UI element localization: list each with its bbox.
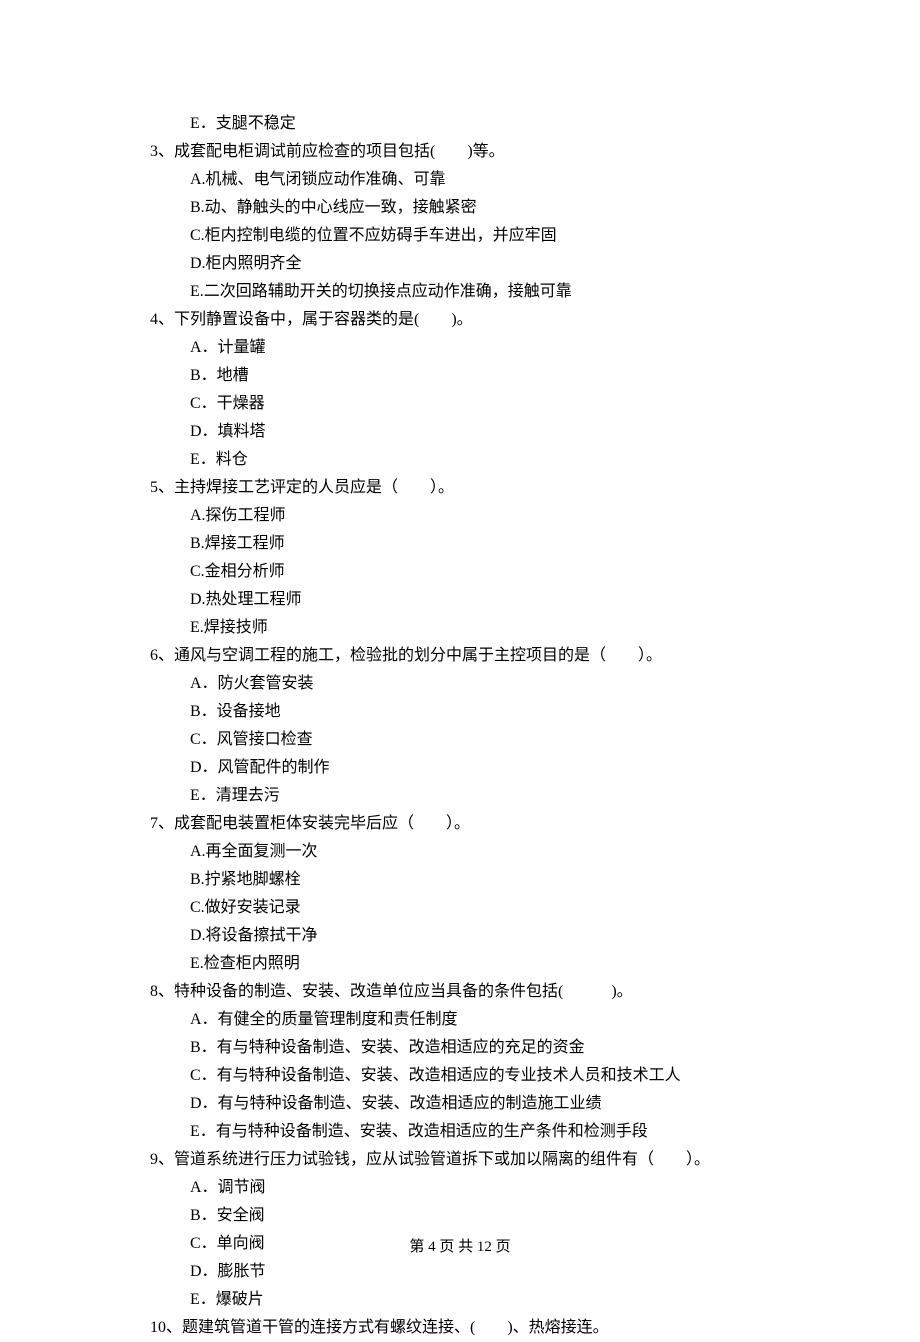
page-footer: 第 4 页 共 12 页 — [0, 1234, 920, 1260]
q6-option-c: C．风管接口检查 — [150, 726, 800, 754]
page-content: E．支腿不稳定 3、成套配电柜调试前应检查的项目包括( )等。 A.机械、电气闭… — [0, 0, 920, 1342]
q2-option-e: E．支腿不稳定 — [150, 110, 800, 138]
question-9: 9、管道系统进行压力试验钱，应从试验管道拆下或加以隔离的组件有（ ）。 A．调节… — [150, 1146, 800, 1314]
q5-option-d: D.热处理工程师 — [150, 586, 800, 614]
q3-option-e: E.二次回路辅助开关的切换接点应动作准确，接触可靠 — [150, 278, 800, 306]
q8-option-b: B．有与特种设备制造、安装、改造相适应的充足的资金 — [150, 1034, 800, 1062]
question-4: 4、下列静置设备中，属于容器类的是( )。 A．计量罐 B．地槽 C．干燥器 D… — [150, 306, 800, 474]
q10-text: 10、题建筑管道干管的连接方式有螺纹连接、( )、热熔接连。 — [150, 1314, 800, 1342]
question-10: 10、题建筑管道干管的连接方式有螺纹连接、( )、热熔接连。 — [150, 1314, 800, 1342]
q8-option-e: E．有与特种设备制造、安装、改造相适应的生产条件和检测手段 — [150, 1118, 800, 1146]
q5-option-b: B.焊接工程师 — [150, 530, 800, 558]
q4-option-d: D．填料塔 — [150, 418, 800, 446]
q9-option-d: D．膨胀节 — [150, 1258, 800, 1286]
q9-option-b: B．安全阀 — [150, 1202, 800, 1230]
q6-option-b: B．设备接地 — [150, 698, 800, 726]
question-5: 5、主持焊接工艺评定的人员应是（ ）。 A.探伤工程师 B.焊接工程师 C.金相… — [150, 474, 800, 642]
q9-option-a: A．调节阀 — [150, 1174, 800, 1202]
q4-text: 4、下列静置设备中，属于容器类的是( )。 — [150, 306, 800, 334]
q5-option-c: C.金相分析师 — [150, 558, 800, 586]
q6-option-a: A．防火套管安装 — [150, 670, 800, 698]
q8-text: 8、特种设备的制造、安装、改造单位应当具备的条件包括( )。 — [150, 978, 800, 1006]
q7-option-e: E.检查柜内照明 — [150, 950, 800, 978]
q8-option-d: D．有与特种设备制造、安装、改造相适应的制造施工业绩 — [150, 1090, 800, 1118]
q7-text: 7、成套配电装置柜体安装完毕后应（ ）。 — [150, 810, 800, 838]
q9-option-e: E．爆破片 — [150, 1286, 800, 1314]
q4-option-b: B．地槽 — [150, 362, 800, 390]
question-3: 3、成套配电柜调试前应检查的项目包括( )等。 A.机械、电气闭锁应动作准确、可… — [150, 138, 800, 306]
q7-option-d: D.将设备擦拭干净 — [150, 922, 800, 950]
q4-option-a: A．计量罐 — [150, 334, 800, 362]
q7-option-c: C.做好安装记录 — [150, 894, 800, 922]
q7-option-a: A.再全面复测一次 — [150, 838, 800, 866]
q6-option-e: E．清理去污 — [150, 782, 800, 810]
q4-option-c: C．干燥器 — [150, 390, 800, 418]
q6-option-d: D．风管配件的制作 — [150, 754, 800, 782]
question-7: 7、成套配电装置柜体安装完毕后应（ ）。 A.再全面复测一次 B.拧紧地脚螺栓 … — [150, 810, 800, 978]
q3-option-c: C.柜内控制电缆的位置不应妨碍手车进出，并应牢固 — [150, 222, 800, 250]
q9-text: 9、管道系统进行压力试验钱，应从试验管道拆下或加以隔离的组件有（ ）。 — [150, 1146, 800, 1174]
question-8: 8、特种设备的制造、安装、改造单位应当具备的条件包括( )。 A．有健全的质量管… — [150, 978, 800, 1146]
q5-option-a: A.探伤工程师 — [150, 502, 800, 530]
q5-text: 5、主持焊接工艺评定的人员应是（ ）。 — [150, 474, 800, 502]
q3-option-b: B.动、静触头的中心线应一致，接触紧密 — [150, 194, 800, 222]
q3-option-a: A.机械、电气闭锁应动作准确、可靠 — [150, 166, 800, 194]
q8-option-c: C．有与特种设备制造、安装、改造相适应的专业技术人员和技术工人 — [150, 1062, 800, 1090]
q4-option-e: E．料仓 — [150, 446, 800, 474]
q8-option-a: A．有健全的质量管理制度和责任制度 — [150, 1006, 800, 1034]
question-6: 6、通风与空调工程的施工，检验批的划分中属于主控项目的是（ ）。 A．防火套管安… — [150, 642, 800, 810]
q5-option-e: E.焊接技师 — [150, 614, 800, 642]
q6-text: 6、通风与空调工程的施工，检验批的划分中属于主控项目的是（ ）。 — [150, 642, 800, 670]
q3-option-d: D.柜内照明齐全 — [150, 250, 800, 278]
q7-option-b: B.拧紧地脚螺栓 — [150, 866, 800, 894]
q3-text: 3、成套配电柜调试前应检查的项目包括( )等。 — [150, 138, 800, 166]
